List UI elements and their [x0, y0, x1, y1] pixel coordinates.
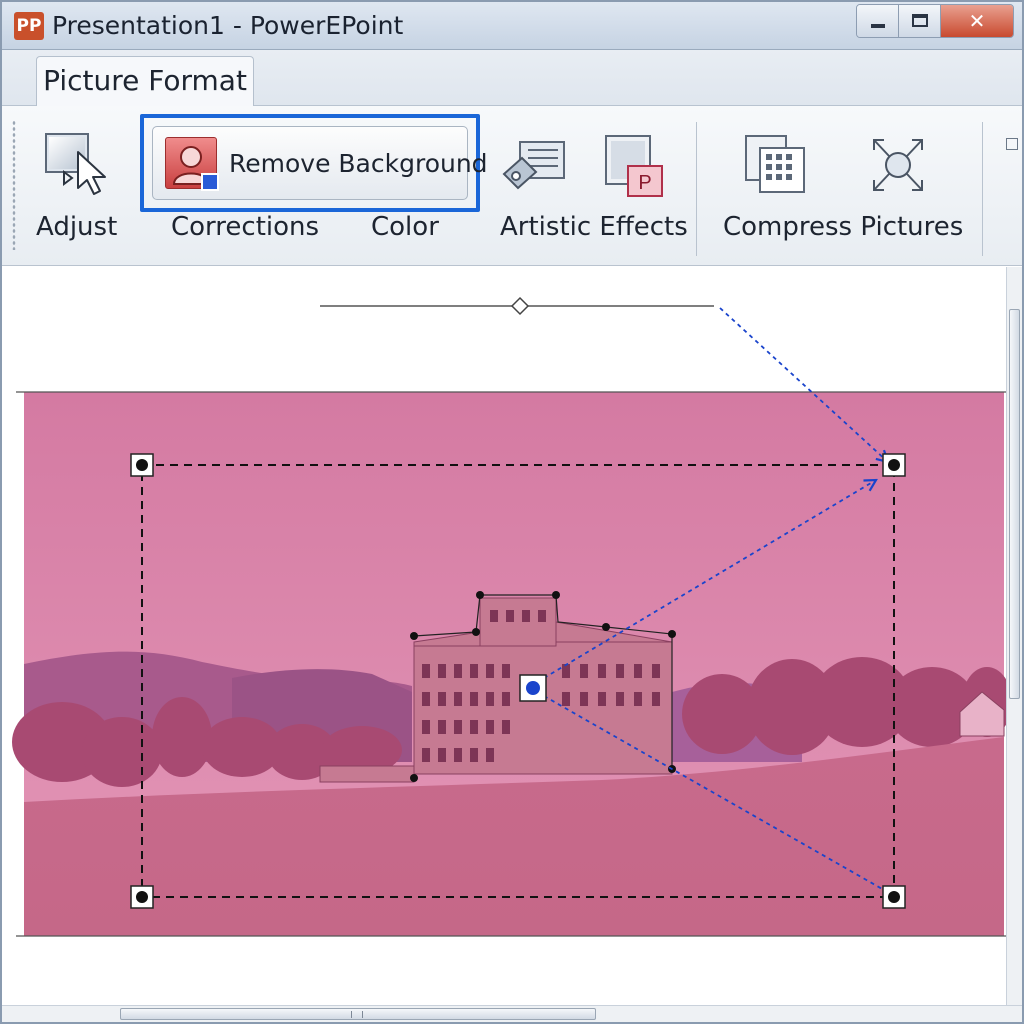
rotation-handle-icon[interactable] — [510, 296, 530, 316]
landscape-picture[interactable] — [12, 392, 1006, 936]
horizontal-scrollbar[interactable] — [2, 1005, 1022, 1022]
powerpoint-window: PP Presentation1 - PowerEPoint ✕ Picture… — [0, 0, 1024, 1024]
vertical-scroll-thumb[interactable] — [1009, 309, 1020, 699]
horizontal-scroll-thumb[interactable] — [120, 1008, 596, 1020]
vertical-scrollbar[interactable] — [1006, 267, 1022, 1007]
dialog-launcher-icon[interactable] — [1006, 138, 1018, 150]
scroll-grip-icon — [351, 1011, 363, 1018]
center-handle[interactable] — [519, 674, 547, 702]
picture-overlay — [12, 296, 1006, 937]
